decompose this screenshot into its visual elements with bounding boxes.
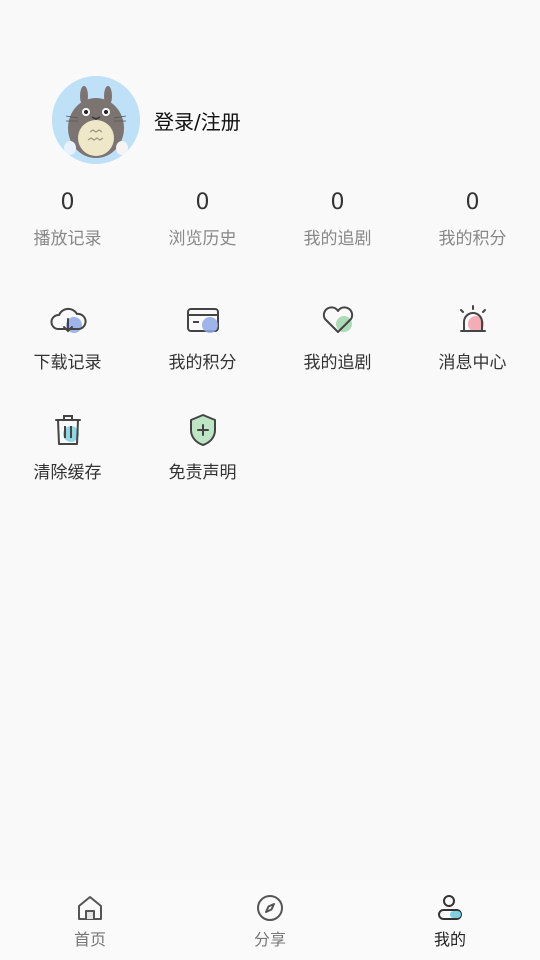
- tab-mine[interactable]: 我的: [360, 880, 540, 960]
- menu-item-label: 消息中心: [438, 353, 507, 373]
- login-register-link[interactable]: 登录/注册: [154, 106, 241, 135]
- stat-label: 我的积分: [438, 229, 507, 249]
- menu-item-clear-cache[interactable]: 清除缓存: [0, 410, 135, 520]
- cloud-download-icon: [48, 300, 88, 340]
- stat-label: 我的追剧: [303, 229, 372, 249]
- alarm-icon: [453, 300, 493, 340]
- home-icon: [74, 892, 106, 924]
- card-icon: [183, 300, 223, 340]
- menu-item-label: 我的追剧: [303, 353, 372, 373]
- heart-icon: [318, 300, 358, 340]
- shield-icon: [183, 410, 223, 450]
- tab-share[interactable]: 分享: [180, 880, 360, 960]
- menu-item-message-center[interactable]: 消息中心: [405, 300, 540, 410]
- stat-value: 0: [60, 190, 75, 215]
- stat-play-history[interactable]: 0 播放记录: [0, 186, 135, 249]
- stat-value: 0: [465, 190, 480, 215]
- tab-label: 分享: [253, 930, 286, 949]
- stat-label: 播放记录: [33, 229, 102, 249]
- stats-row: 0 播放记录 0 浏览历史 0 我的追剧 0 我的积分: [0, 186, 540, 249]
- trash-icon: [48, 410, 88, 450]
- menu-item-label: 清除缓存: [33, 463, 102, 483]
- user-icon: [434, 892, 466, 924]
- menu-item-download-records[interactable]: 下载记录: [0, 300, 135, 410]
- compass-icon: [254, 892, 286, 924]
- avatar[interactable]: [52, 76, 140, 164]
- menu-item-label: 免责声明: [168, 463, 237, 483]
- menu-item-label: 我的积分: [168, 353, 237, 373]
- stat-my-follows[interactable]: 0 我的追剧: [270, 186, 405, 249]
- stat-label: 浏览历史: [168, 229, 237, 249]
- menu-item-label: 下载记录: [33, 353, 102, 373]
- menu-item-disclaimer[interactable]: 免责声明: [135, 410, 270, 520]
- tab-home[interactable]: 首页: [0, 880, 180, 960]
- stat-value: 0: [330, 190, 345, 215]
- menu-grid: 下载记录 我的积分 我的追剧 消息中心 清除缓存 免责声明: [0, 300, 540, 520]
- tab-label: 我的: [433, 930, 466, 949]
- stat-my-points[interactable]: 0 我的积分: [405, 186, 540, 249]
- menu-item-my-points[interactable]: 我的积分: [135, 300, 270, 410]
- stat-browse-history[interactable]: 0 浏览历史: [135, 186, 270, 249]
- tab-label: 首页: [73, 930, 106, 949]
- profile-header[interactable]: 登录/注册: [52, 76, 241, 164]
- menu-item-my-follows[interactable]: 我的追剧: [270, 300, 405, 410]
- stat-value: 0: [195, 190, 210, 215]
- bottom-tab-bar: 首页 分享 我的: [0, 880, 540, 960]
